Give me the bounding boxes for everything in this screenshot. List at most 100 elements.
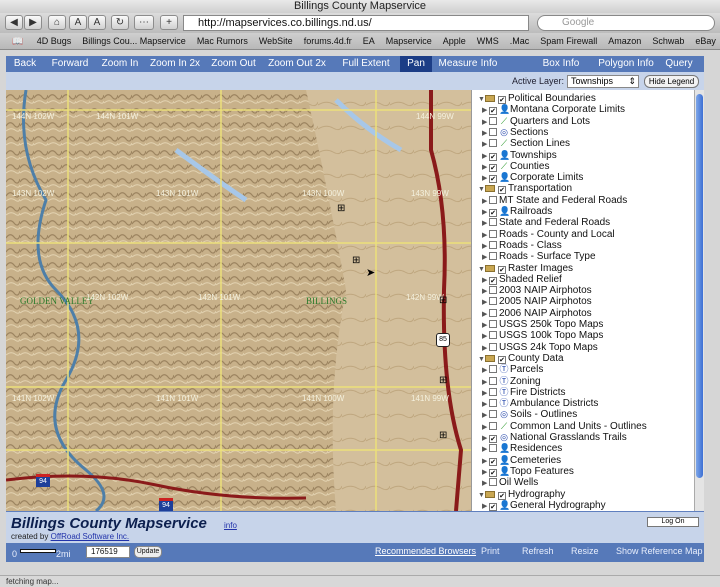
legend-layer[interactable]: ▶ USGS 100k Topo Maps [482, 330, 603, 341]
layer-checkbox[interactable] [489, 240, 497, 249]
layer-checkbox[interactable] [489, 444, 497, 453]
layer-checkbox[interactable] [489, 410, 497, 419]
nav-zoom-out-2x[interactable]: Zoom Out 2x [264, 56, 330, 72]
scroll-thumb[interactable] [696, 94, 703, 478]
layer-checkbox[interactable] [489, 421, 497, 430]
layer-checkbox[interactable] [489, 286, 497, 295]
legend-layer[interactable]: ▶ ✔ 👤Montana Corporate Limits [482, 104, 625, 116]
legend-layer[interactable]: ▶ ✔ 👤Topo Features [482, 466, 574, 477]
layer-checkbox[interactable] [489, 376, 497, 385]
legend-layer[interactable]: ▶ Roads - Surface Type [482, 251, 596, 262]
bookmark-item[interactable]: forums.4d.fr [304, 36, 352, 46]
layer-checkbox[interactable]: ✔ [489, 276, 497, 285]
layer-checkbox[interactable] [489, 229, 497, 238]
active-layer-select[interactable]: Townships ⇕ [567, 75, 639, 88]
snapback-icon[interactable]: ⋯ [134, 15, 154, 30]
layer-checkbox[interactable] [489, 116, 497, 125]
nav-back[interactable]: Back [6, 56, 44, 72]
hide-legend-button[interactable]: Hide Legend [644, 75, 699, 88]
text-smaller-button[interactable]: A [69, 15, 87, 30]
legend-group[interactable]: ▼ ✔ Raster Images [478, 263, 573, 274]
bookmark-item[interactable]: WMS [477, 36, 499, 46]
legend-layer[interactable]: ▶ ⟋ Section Lines [482, 138, 570, 149]
layer-checkbox[interactable] [489, 342, 497, 351]
bookmark-item[interactable]: Mac Rumors [197, 36, 248, 46]
layer-checkbox[interactable] [489, 218, 497, 227]
legend-layer[interactable]: ▶ State and Federal Roads [482, 217, 610, 228]
nav-box-info[interactable]: Box Info [542, 56, 580, 72]
nav-zoom-in[interactable]: Zoom In [96, 56, 144, 72]
bookmark-item[interactable]: Mapservice [386, 36, 432, 46]
legend-layer[interactable]: ▶ ✔ ⟋ Counties [482, 161, 549, 172]
legend-layer[interactable]: ▶ 2005 NAIP Airphotos [482, 296, 592, 307]
legend-layer[interactable]: ▶ MT State and Federal Roads [482, 195, 627, 206]
scale-input[interactable]: 176519 [86, 546, 130, 558]
nav-info[interactable]: Info [476, 56, 502, 72]
recommended-browsers-link[interactable]: Recommended Browsers [375, 546, 476, 556]
layer-checkbox[interactable]: ✔ [498, 186, 506, 195]
legend-layer[interactable]: ▶ 👤Residences [482, 443, 562, 454]
legend-group[interactable]: ▼ ✔ Hydrography [478, 489, 565, 500]
map-view[interactable]: GOLDEN VALLEY BILLINGS 144N 102W 144N 10… [6, 90, 471, 511]
legend-group[interactable]: ▼ ✔ County Data [478, 353, 564, 364]
legend-layer[interactable]: ▶ ✔ 👤Cemeteries [482, 455, 561, 466]
home-icon[interactable]: ⌂ [48, 15, 66, 30]
legend-layer[interactable]: ▶ USGS 250k Topo Maps [482, 319, 603, 330]
print-button[interactable]: Print [481, 546, 500, 556]
legend-layer[interactable]: ▶ Ⓣ Parcels [482, 364, 543, 375]
reload-icon[interactable]: ↻ [111, 15, 129, 30]
nav-polygon-info[interactable]: Polygon Info [598, 56, 654, 72]
bookmark-item[interactable]: 4D Bugs [37, 36, 72, 46]
legend-layer[interactable]: ▶ 2003 NAIP Airphotos [482, 285, 592, 296]
company-link[interactable]: OffRoad Software Inc. [51, 532, 130, 541]
layer-checkbox[interactable] [489, 127, 497, 136]
legend-layer[interactable]: ▶ ✔ 👤General Hydrography [482, 500, 606, 511]
show-reference-map-button[interactable]: Show Reference Map [616, 546, 703, 556]
text-bigger-button[interactable]: A [88, 15, 106, 30]
legend-layer[interactable]: ▶ ✔ 👤Railroads [482, 206, 552, 217]
bookmark-item[interactable]: eBay [695, 36, 716, 46]
layer-checkbox[interactable] [489, 387, 497, 396]
layer-checkbox[interactable] [489, 365, 497, 374]
layer-checkbox[interactable]: ✔ [489, 209, 497, 217]
layer-checkbox[interactable]: ✔ [498, 491, 506, 500]
bookmark-item[interactable]: Schwab [652, 36, 684, 46]
layer-checkbox[interactable]: ✔ [489, 163, 497, 172]
nav-measure[interactable]: Measure [436, 56, 480, 72]
refresh-button[interactable]: Refresh [522, 546, 554, 556]
legend-group[interactable]: ▼ ✔ Political Boundaries [478, 93, 596, 104]
layer-checkbox[interactable]: ✔ [489, 152, 497, 161]
layer-checkbox[interactable]: ✔ [498, 265, 506, 274]
legend-layer[interactable]: ▶ Ⓣ Zoning [482, 376, 541, 387]
legend-layer[interactable]: ▶ USGS 24k Topo Maps [482, 342, 598, 353]
legend-layer[interactable]: ▶ ◎ Sections [482, 127, 548, 138]
legend-layer[interactable]: ▶ ◎ Soils - Outlines [482, 409, 577, 420]
bookmark-item[interactable]: WebSite [259, 36, 293, 46]
nav-full-extent[interactable]: Full Extent [334, 56, 398, 72]
resize-button[interactable]: Resize [571, 546, 599, 556]
info-link[interactable]: info [224, 521, 237, 530]
layer-checkbox[interactable] [489, 297, 497, 306]
nav-pan[interactable]: Pan [400, 56, 432, 72]
legend-layer[interactable]: ▶ ✔ 👤Townships [482, 150, 557, 161]
layer-checkbox[interactable] [489, 308, 497, 317]
legend-scrollbar[interactable] [694, 90, 704, 511]
legend-layer[interactable]: ▶ 2006 NAIP Airphotos [482, 308, 592, 319]
legend-layer[interactable]: ▶ Oil Wells [482, 477, 538, 488]
layer-checkbox[interactable]: ✔ [489, 457, 497, 466]
layer-checkbox[interactable] [489, 195, 497, 204]
back-button[interactable]: ◀ [5, 15, 23, 30]
nav-forward[interactable]: Forward [46, 56, 94, 72]
legend-layer[interactable]: ▶ Roads - County and Local [482, 229, 615, 240]
bookmarks-icon[interactable]: 📖 [12, 36, 23, 46]
layer-checkbox[interactable]: ✔ [489, 175, 497, 184]
layer-checkbox[interactable]: ✔ [498, 355, 506, 364]
legend-layer[interactable]: ▶ Ⓣ Ambulance Districts [482, 398, 598, 409]
url-field[interactable]: http://mapservices.co.billings.nd.us/ [183, 15, 529, 31]
bookmark-item[interactable]: EA [363, 36, 375, 46]
legend-layer[interactable]: ▶ ✔ ◎ National Grasslands Trails [482, 432, 627, 443]
layer-checkbox[interactable] [489, 139, 497, 148]
legend-layer[interactable]: ▶ Ⓣ Fire Districts [482, 387, 566, 398]
legend-layer[interactable]: ▶ ✔ Shaded Relief [482, 274, 562, 285]
legend-layer[interactable]: ▶ ⟋ Quarters and Lots [482, 116, 590, 127]
